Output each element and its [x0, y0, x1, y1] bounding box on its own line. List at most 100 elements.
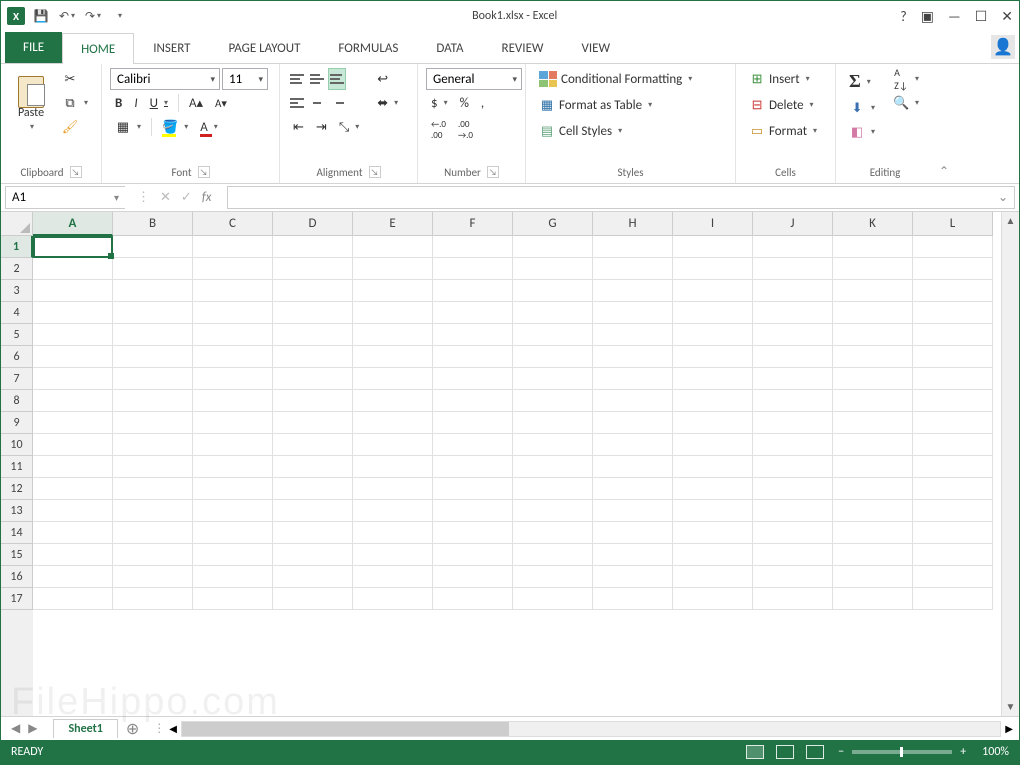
tab-home[interactable]: HOME — [62, 33, 134, 64]
cell-B6[interactable] — [113, 346, 193, 368]
cell-G3[interactable] — [513, 280, 593, 302]
cell-G16[interactable] — [513, 566, 593, 588]
row-header-13[interactable]: 13 — [1, 500, 33, 522]
paste-button[interactable]: Paste ▾ — [9, 68, 53, 163]
cell-C7[interactable] — [193, 368, 273, 390]
cell-C5[interactable] — [193, 324, 273, 346]
find-select-button[interactable]: 🔍▾ — [888, 92, 924, 114]
vertical-scrollbar[interactable]: ▲ ▼ — [1001, 212, 1019, 716]
cell-I15[interactable] — [673, 544, 753, 566]
cell-D16[interactable] — [273, 566, 353, 588]
cut-button[interactable]: ✂ — [57, 68, 93, 90]
cell-B1[interactable] — [113, 236, 193, 258]
increase-indent-button[interactable]: ⇥ — [311, 116, 332, 138]
cell-G7[interactable] — [513, 368, 593, 390]
clear-button[interactable]: ◧▾ — [844, 121, 880, 143]
decrease-indent-button[interactable]: ⇤ — [288, 116, 309, 138]
cell-H17[interactable] — [593, 588, 673, 610]
delete-cells-button[interactable]: ⊟Delete▾ — [744, 94, 827, 116]
cell-J10[interactable] — [753, 434, 833, 456]
tab-formulas[interactable]: FORMULAS — [319, 32, 417, 63]
cell-F4[interactable] — [433, 302, 513, 324]
cell-D9[interactable] — [273, 412, 353, 434]
cell-D6[interactable] — [273, 346, 353, 368]
cell-L10[interactable] — [913, 434, 993, 456]
cell-I1[interactable] — [673, 236, 753, 258]
cell-H6[interactable] — [593, 346, 673, 368]
row-header-1[interactable]: 1 — [1, 236, 33, 258]
cell-J3[interactable] — [753, 280, 833, 302]
cell-G6[interactable] — [513, 346, 593, 368]
format-cells-button[interactable]: ▭Format▾ — [744, 120, 827, 142]
cell-L16[interactable] — [913, 566, 993, 588]
cell-F2[interactable] — [433, 258, 513, 280]
number-format-combo[interactable]: General — [426, 68, 522, 90]
cell-C3[interactable] — [193, 280, 273, 302]
cell-L8[interactable] — [913, 390, 993, 412]
row-header-5[interactable]: 5 — [1, 324, 33, 346]
cell-C9[interactable] — [193, 412, 273, 434]
row-header-8[interactable]: 8 — [1, 390, 33, 412]
cell-B3[interactable] — [113, 280, 193, 302]
cell-L13[interactable] — [913, 500, 993, 522]
cell-I16[interactable] — [673, 566, 753, 588]
scroll-up-icon[interactable]: ▲ — [1002, 212, 1019, 230]
cell-B2[interactable] — [113, 258, 193, 280]
cell-E14[interactable] — [353, 522, 433, 544]
cell-J6[interactable] — [753, 346, 833, 368]
cell-I9[interactable] — [673, 412, 753, 434]
minimize-icon[interactable]: — — [948, 8, 961, 25]
cell-K9[interactable] — [833, 412, 913, 434]
cell-C8[interactable] — [193, 390, 273, 412]
cell-A5[interactable] — [33, 324, 113, 346]
font-color-button[interactable]: A▾ — [195, 116, 223, 138]
cell-E11[interactable] — [353, 456, 433, 478]
cell-E5[interactable] — [353, 324, 433, 346]
cell-C16[interactable] — [193, 566, 273, 588]
cell-A12[interactable] — [33, 478, 113, 500]
cell-K14[interactable] — [833, 522, 913, 544]
format-as-table-button[interactable]: ▦Format as Table▾ — [534, 94, 727, 116]
maximize-icon[interactable]: ☐ — [975, 8, 988, 25]
collapse-ribbon-icon[interactable]: ⌃ — [939, 164, 949, 179]
cell-K16[interactable] — [833, 566, 913, 588]
cell-H2[interactable] — [593, 258, 673, 280]
column-header-I[interactable]: I — [673, 212, 753, 236]
cell-B11[interactable] — [113, 456, 193, 478]
cell-L6[interactable] — [913, 346, 993, 368]
cell-E9[interactable] — [353, 412, 433, 434]
cell-F13[interactable] — [433, 500, 513, 522]
select-all-corner[interactable] — [1, 212, 33, 236]
cell-J2[interactable] — [753, 258, 833, 280]
name-box[interactable]: A1 — [5, 186, 125, 209]
cell-K7[interactable] — [833, 368, 913, 390]
cell-C1[interactable] — [193, 236, 273, 258]
cell-D3[interactable] — [273, 280, 353, 302]
cell-B4[interactable] — [113, 302, 193, 324]
alignment-dialog-icon[interactable]: ↘ — [369, 166, 381, 178]
row-header-4[interactable]: 4 — [1, 302, 33, 324]
cell-A1[interactable] — [33, 236, 113, 258]
cell-C11[interactable] — [193, 456, 273, 478]
cell-G10[interactable] — [513, 434, 593, 456]
zoom-slider[interactable] — [852, 750, 952, 754]
column-header-B[interactable]: B — [113, 212, 193, 236]
shrink-font-button[interactable]: A▾ — [210, 92, 232, 114]
cell-H10[interactable] — [593, 434, 673, 456]
cell-G8[interactable] — [513, 390, 593, 412]
zoom-value[interactable]: 100% — [982, 745, 1009, 759]
cell-D15[interactable] — [273, 544, 353, 566]
cell-I14[interactable] — [673, 522, 753, 544]
increase-decimal-button[interactable]: ←.0.00 — [426, 116, 451, 144]
cell-I13[interactable] — [673, 500, 753, 522]
cell-E15[interactable] — [353, 544, 433, 566]
cell-E6[interactable] — [353, 346, 433, 368]
font-size-combo[interactable]: 11 — [222, 68, 268, 90]
column-header-F[interactable]: F — [433, 212, 513, 236]
cell-F6[interactable] — [433, 346, 513, 368]
cell-L15[interactable] — [913, 544, 993, 566]
cell-E13[interactable] — [353, 500, 433, 522]
hscroll-right-icon[interactable]: ▶ — [1005, 722, 1013, 735]
conditional-formatting-button[interactable]: Conditional Formatting▾ — [534, 68, 727, 90]
cell-L14[interactable] — [913, 522, 993, 544]
